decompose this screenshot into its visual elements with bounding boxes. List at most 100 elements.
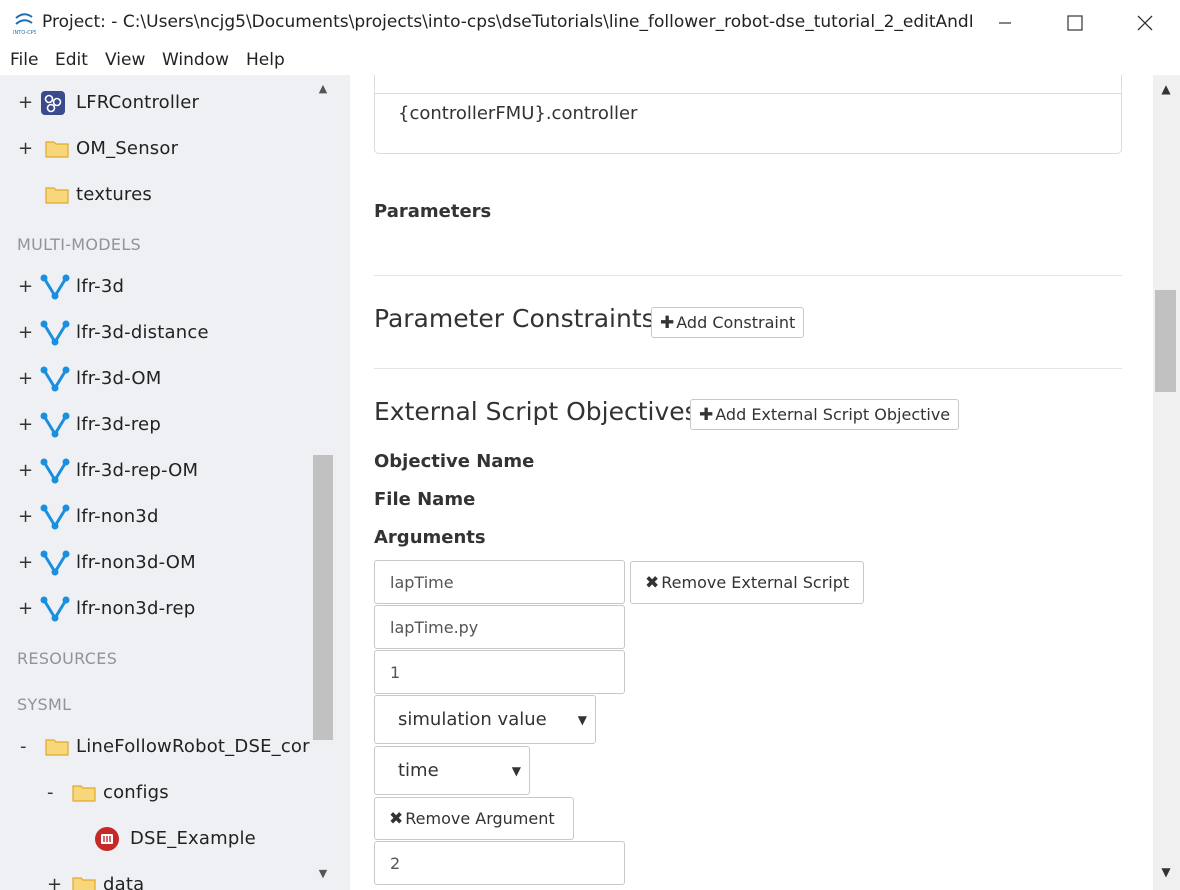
folder-icon [72, 872, 98, 890]
tree-item-label: lfr-non3d-rep [76, 598, 196, 619]
tree-item-om-sensor[interactable]: + OM_Sensor [0, 127, 312, 173]
argument-value-select[interactable]: time ▼ [374, 746, 530, 795]
menu-help[interactable]: Help [246, 50, 285, 70]
panel-divider [375, 93, 1121, 94]
multimodel-icon [40, 596, 70, 622]
tree-item-label: lfr-3d-distance [76, 322, 209, 343]
expand-toggle[interactable]: + [18, 460, 33, 481]
tree-item-data[interactable]: + data [0, 863, 312, 890]
remove-argument-button[interactable]: ✖ Remove Argument [374, 797, 574, 840]
title-bar: INTO-CPS Project: - C:\Users\ncjg5\Docum… [0, 0, 1180, 46]
expand-toggle[interactable]: + [18, 276, 33, 297]
tree-item-sysml-project[interactable]: - LineFollowRobot_DSE_cor [0, 725, 312, 771]
add-constraint-button[interactable]: ✚ Add Constraint [651, 307, 805, 338]
remove-x-icon: ✖ [645, 572, 660, 593]
objective-name-label: Objective Name [374, 451, 535, 472]
dropdown-caret-icon: ▼ [511, 764, 521, 778]
expand-toggle[interactable]: + [18, 414, 33, 435]
tree-item-label: lfr-non3d-OM [76, 552, 196, 573]
argument-input[interactable]: 1 [374, 650, 625, 694]
file-name-label: File Name [374, 489, 476, 510]
into-cps-logo-icon: INTO-CPS [12, 10, 37, 36]
menu-edit[interactable]: Edit [55, 50, 88, 70]
folder-icon [45, 136, 71, 162]
controller-instance-text: {controllerFMU}.controller [398, 103, 638, 124]
argument-type-select[interactable]: simulation value ▼ [374, 695, 596, 744]
expand-toggle[interactable]: + [18, 138, 33, 159]
tree-item-multimodel[interactable]: + lfr-3d-OM [0, 357, 312, 403]
tree-item-label: lfr-3d-rep [76, 414, 161, 435]
controller-panel: {controllerFMU}.controller [374, 75, 1122, 154]
tree-item-label: configs [103, 782, 169, 803]
argument-value: 1 [390, 662, 401, 682]
file-name-input[interactable]: lapTime.py [374, 605, 625, 649]
multimodel-icon [40, 320, 70, 346]
multimodel-icon [40, 504, 70, 530]
argument-select-value: time [398, 760, 439, 781]
plus-icon: ✚ [699, 404, 714, 425]
expand-toggle[interactable]: + [18, 368, 33, 389]
tree-item-multimodel[interactable]: + lfr-3d-rep-OM [0, 449, 312, 495]
tree-item-lfrcontroller[interactable]: + LFRController [0, 81, 312, 127]
add-external-script-objective-button[interactable]: ✚ Add External Script Objective [690, 399, 960, 430]
tree-item-dse-example[interactable]: DSE_Example [0, 817, 312, 863]
scroll-up-arrow-icon[interactable]: ▲ [1158, 82, 1174, 96]
collapse-toggle[interactable]: - [20, 736, 27, 757]
objective-name-value: lapTime [390, 572, 454, 592]
expand-toggle[interactable]: + [18, 92, 33, 113]
expand-toggle[interactable]: + [18, 598, 33, 619]
maximize-button[interactable] [1040, 0, 1110, 46]
tree-item-label: OM_Sensor [76, 138, 179, 159]
dse-config-icon [94, 826, 120, 852]
tree-item-label: DSE_Example [130, 828, 256, 849]
minimize-button[interactable] [970, 0, 1040, 46]
section-multi-models: MULTI-MODELS [17, 235, 141, 254]
scroll-up-arrow-icon[interactable]: ▲ [316, 82, 330, 96]
section-resources: RESOURCES [17, 649, 118, 668]
argument-input[interactable]: 2 [374, 841, 625, 885]
argument-value: 2 [390, 853, 401, 873]
remove-external-script-label: Remove External Script [661, 573, 850, 592]
tree-item-multimodel[interactable]: + lfr-non3d-rep [0, 587, 312, 633]
tree-item-label: lfr-3d-rep-OM [76, 460, 199, 481]
menu-file[interactable]: File [10, 50, 38, 70]
expand-toggle[interactable]: + [47, 874, 62, 890]
folder-icon [45, 734, 71, 760]
tree-item-multimodel[interactable]: + lfr-non3d [0, 495, 312, 541]
objective-name-input[interactable]: lapTime [374, 560, 625, 604]
main-scrollbar[interactable] [1153, 75, 1180, 890]
svg-text:INTO-CPS: INTO-CPS [13, 30, 36, 36]
scroll-down-arrow-icon[interactable]: ▼ [1158, 865, 1174, 879]
menu-view[interactable]: View [105, 50, 145, 70]
tree-item-multimodel[interactable]: + lfr-non3d-OM [0, 541, 312, 587]
add-external-script-objective-label: Add External Script Objective [715, 405, 951, 424]
remove-external-script-button[interactable]: ✖ Remove External Script [630, 561, 865, 604]
expand-toggle[interactable]: + [18, 552, 33, 573]
splitter[interactable] [334, 75, 350, 890]
scroll-down-arrow-icon[interactable]: ▼ [316, 867, 330, 881]
folder-icon [72, 780, 98, 806]
expand-toggle[interactable]: + [18, 322, 33, 343]
expand-toggle[interactable]: + [18, 506, 33, 527]
collapse-toggle[interactable]: - [47, 782, 54, 803]
folder-icon [45, 182, 71, 208]
sidebar-scrollbar-thumb[interactable] [313, 455, 333, 740]
multimodel-icon [40, 550, 70, 576]
tree-item-multimodel[interactable]: + lfr-3d-distance [0, 311, 312, 357]
tree-item-textures[interactable]: textures [0, 173, 312, 219]
tree-item-label: LFRController [76, 92, 200, 113]
tree-item-multimodel[interactable]: + lfr-3d [0, 265, 312, 311]
external-script-objectives-heading: External Script Objectives [374, 397, 698, 426]
plus-icon: ✚ [660, 312, 675, 333]
dropdown-caret-icon: ▼ [577, 713, 587, 727]
menu-window[interactable]: Window [162, 50, 229, 70]
parameter-constraints-heading: Parameter Constraints [374, 304, 655, 333]
tree-item-multimodel[interactable]: + lfr-3d-rep [0, 403, 312, 449]
tree-item-label: lfr-non3d [76, 506, 159, 527]
main-scrollbar-thumb[interactable] [1155, 290, 1176, 392]
multimodel-icon [40, 412, 70, 438]
divider [374, 368, 1122, 369]
tree-item-configs[interactable]: - configs [0, 771, 312, 817]
close-button[interactable] [1110, 0, 1180, 46]
divider [374, 275, 1122, 276]
